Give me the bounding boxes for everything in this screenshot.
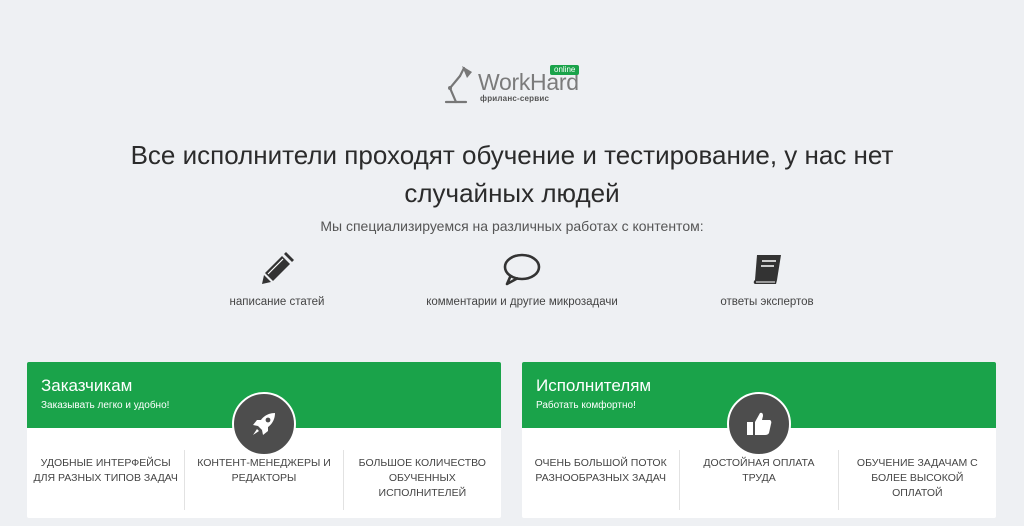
- card-title: Исполнителям: [536, 376, 652, 395]
- feature-item: Контент-менеджеры и редакторы: [185, 450, 344, 510]
- speech-bubble-icon: [503, 253, 541, 286]
- card-title: Заказчикам: [41, 376, 133, 395]
- feature-item: Обучение задачам с более высокой оплатой: [856, 457, 978, 499]
- performers-card[interactable]: Исполнителям Работать комфортно! Очень б…: [522, 362, 996, 518]
- thumbs-up-icon: [747, 412, 772, 435]
- feature-list: Удобные интерфейсы для разных типов зада…: [27, 450, 501, 510]
- customers-card[interactable]: Заказчикам Заказывать легко и удобно! Уд…: [27, 362, 501, 518]
- card-subtitle: Заказывать легко и удобно!: [41, 400, 170, 411]
- feature-item: Очень большой поток разнообразных задач: [522, 450, 681, 510]
- rocket-icon: [253, 413, 275, 435]
- book-icon: [753, 255, 781, 284]
- desk-lamp-icon: [444, 66, 472, 104]
- logo-tagline: фриланс-сервис: [480, 94, 550, 103]
- feature-item: Достойная оплата труда: [680, 450, 839, 510]
- card-subtitle: Работать комфортно!: [536, 400, 636, 411]
- page-subtitle: Мы специализируемся на различных работах…: [320, 218, 704, 234]
- specialty-comments: комментарии и другие микрозадачи: [402, 252, 642, 308]
- feature-item: Удобные интерфейсы для разных типов зада…: [27, 450, 186, 510]
- feature-list: Очень большой поток разнообразных задач …: [522, 450, 996, 510]
- card-badge: [232, 392, 296, 456]
- specialty-label: написание статей: [229, 296, 325, 308]
- specialty-articles: написание статей: [157, 252, 397, 308]
- specialty-experts: ответы экспертов: [647, 252, 887, 308]
- page-title: Все исполнители проходят обучение и тест…: [130, 140, 894, 208]
- pencil-icon: [262, 252, 294, 284]
- feature-item: Большое количество обученных исполнителе…: [358, 457, 486, 499]
- specialty-label: ответы экспертов: [720, 296, 814, 308]
- specialty-label: комментарии и другие микрозадачи: [426, 296, 618, 308]
- card-badge: [727, 392, 791, 456]
- logo[interactable]: WorkHard online фриланс-сервис: [440, 62, 590, 106]
- online-badge: online: [550, 65, 580, 75]
